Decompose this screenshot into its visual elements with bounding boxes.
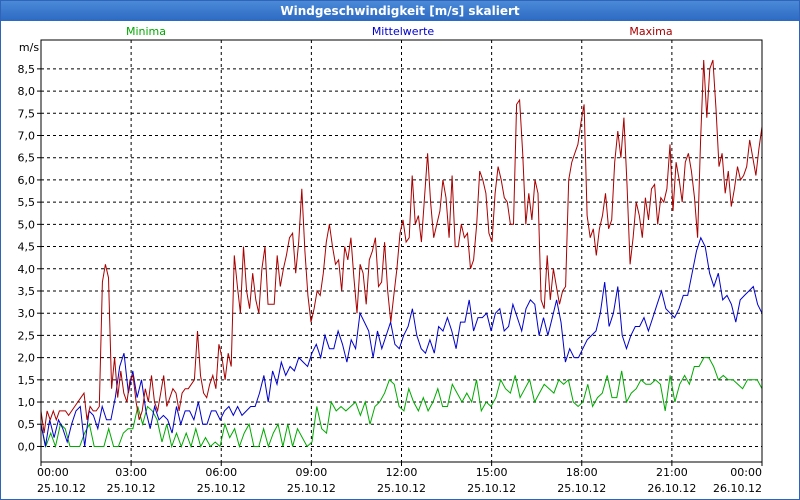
y-tick-label: 6,0 <box>18 174 36 187</box>
y-tick-label: 4,0 <box>18 263 36 276</box>
y-tick-label: 6,5 <box>18 152 36 165</box>
y-tick-label: 7,0 <box>18 130 36 143</box>
legend-minima: Minima <box>126 25 166 38</box>
y-axis-label: m/s <box>19 41 39 54</box>
x-tick-time: 12:00 <box>386 466 418 479</box>
y-tick-label: 3,0 <box>18 307 36 320</box>
legend-mittelwerte: Mittelwerte <box>372 25 435 38</box>
x-tick-date: 25.10.12 <box>467 482 516 495</box>
x-tick-date: 25.10.12 <box>107 482 156 495</box>
y-tick-label: 2,0 <box>18 352 36 365</box>
x-tick-time: 18:00 <box>566 466 598 479</box>
y-tick-label: 8,5 <box>18 63 36 76</box>
y-tick-label: 7,5 <box>18 107 36 120</box>
x-tick-time: 06:00 <box>205 466 237 479</box>
y-tick-label: 8,0 <box>18 85 36 98</box>
y-tick-label: 3,5 <box>18 285 36 298</box>
x-tick-time: 00:00 <box>730 466 762 479</box>
x-tick-date: 26.10.12 <box>647 482 696 495</box>
x-tick-time: 21:00 <box>656 466 688 479</box>
x-tick-date: 26.10.12 <box>713 482 762 495</box>
y-tick-label: 1,5 <box>18 374 36 387</box>
x-tick-time: 03:00 <box>115 466 147 479</box>
x-tick-time: 09:00 <box>296 466 328 479</box>
wind-speed-chart: Minima Mittelwerte Maxima m/s 0,0 0,5 1,0 1… <box>18 25 763 495</box>
x-axis-ticks: 00:00 25.10.12 03:00 25.10.12 06:00 25.10.12 0… <box>37 462 763 495</box>
x-tick-date: 25.10.12 <box>37 482 86 495</box>
y-tick-label: 0,0 <box>18 440 36 453</box>
x-tick-date: 25.10.12 <box>197 482 246 495</box>
x-tick-date: 25.10.12 <box>377 482 426 495</box>
x-tick-date: 25.10.12 <box>557 482 606 495</box>
x-tick-time: 15:00 <box>476 466 508 479</box>
x-tick-time: 00:00 <box>37 466 69 479</box>
y-tick-label: 1,0 <box>18 396 36 409</box>
y-tick-label: 4,5 <box>18 241 36 254</box>
y-tick-label: 0,5 <box>18 418 36 431</box>
y-tick-label: 2,5 <box>18 329 36 342</box>
window-title: Windgeschwindigkeit [m/s] skaliert <box>1 1 799 21</box>
y-tick-label: 5,5 <box>18 196 36 209</box>
y-axis-ticks: 0,0 0,5 1,0 1,5 2,0 2,5 3,0 3,5 4,0 4,5 5,0 5,5 6,0 6… <box>18 63 41 453</box>
chart-window: Windgeschwindigkeit [m/s] skaliert Minim… <box>0 0 800 500</box>
x-tick-date: 25.10.12 <box>287 482 336 495</box>
y-tick-label: 5,0 <box>18 218 36 231</box>
legend-maxima: Maxima <box>629 25 672 38</box>
